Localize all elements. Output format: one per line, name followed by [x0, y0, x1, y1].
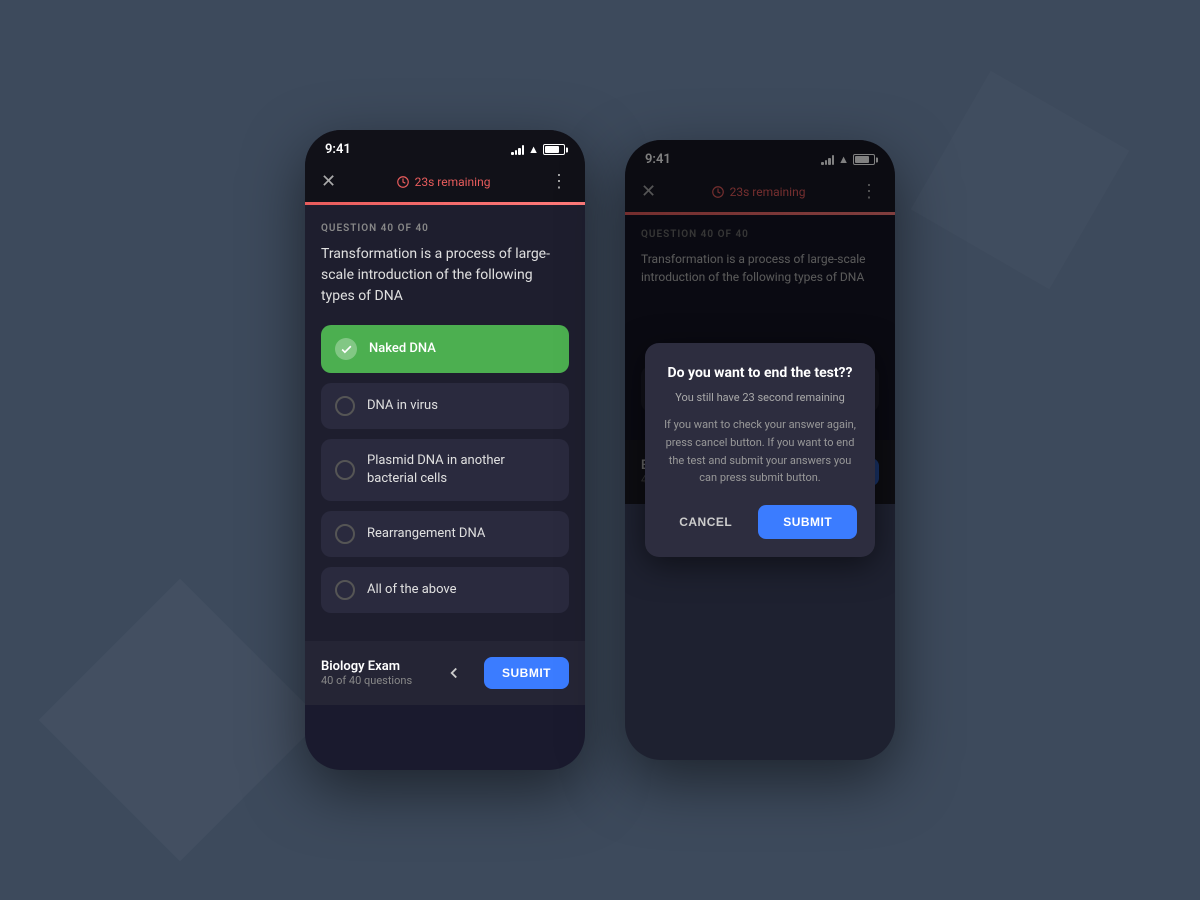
status-bar-1: 9:41 ▲ [305, 130, 585, 163]
cancel-button[interactable]: CANCEL [663, 505, 748, 539]
radio-all-above [335, 580, 355, 600]
questions-count-1: 40 of 40 questions [321, 674, 412, 687]
status-time-1: 9:41 [325, 142, 351, 157]
option-text-plasmid-dna: Plasmid DNA in another bacterial cells [367, 452, 555, 488]
option-dna-virus[interactable]: DNA in virus [321, 383, 569, 429]
footer-1: Biology Exam 40 of 40 questions SUBMIT [305, 641, 585, 705]
option-text-dna-virus: DNA in virus [367, 397, 438, 415]
footer-info-1: Biology Exam 40 of 40 questions [321, 659, 412, 687]
close-button-1[interactable]: ✕ [321, 171, 336, 192]
dialog-actions: CANCEL SUBMIT [663, 505, 857, 539]
question-label-1: QUESTION 40 OF 40 [321, 223, 569, 234]
nav-bar-1: ✕ 23s remaining ⋮ [305, 163, 585, 202]
dialog-body: If you want to check your answer again, … [663, 416, 857, 486]
dialog-submit-button[interactable]: SUBMIT [758, 505, 857, 539]
dialog-title: Do you want to end the test?? [663, 365, 857, 381]
radio-dna-virus [335, 396, 355, 416]
check-icon-1 [335, 338, 357, 360]
back-button-1[interactable] [436, 655, 472, 691]
phone-2: 9:41 ▲ ✕ 23s remaining ⋮ QUESTION 40 OF … [625, 140, 895, 760]
status-icons-1: ▲ [511, 143, 565, 156]
phone-1: 9:41 ▲ ✕ 23s remaining ⋮ QUESTION 40 OF … [305, 130, 585, 770]
footer-nav-1: SUBMIT [436, 655, 569, 691]
option-rearrangement-dna[interactable]: Rearrangement DNA [321, 511, 569, 557]
question-text-1: Transformation is a process of large-sca… [321, 244, 569, 307]
timer-display-1: 23s remaining [396, 175, 491, 189]
dialog-box: Do you want to end the test?? You still … [645, 343, 875, 556]
checkmark-icon [340, 343, 353, 356]
option-naked-dna[interactable]: Naked DNA [321, 325, 569, 373]
question-content-1: QUESTION 40 OF 40 Transformation is a pr… [305, 205, 585, 641]
option-text-all-above: All of the above [367, 581, 457, 599]
radio-plasmid-dna [335, 460, 355, 480]
option-text-rearrangement-dna: Rearrangement DNA [367, 525, 485, 543]
option-all-above[interactable]: All of the above [321, 567, 569, 613]
timer-label-1: 23s remaining [415, 175, 491, 189]
more-button-1[interactable]: ⋮ [550, 171, 569, 192]
dialog-overlay: Do you want to end the test?? You still … [625, 140, 895, 760]
back-arrow-icon [445, 664, 463, 682]
exam-name-1: Biology Exam [321, 659, 412, 674]
clock-icon [396, 175, 410, 189]
battery-icon [543, 144, 565, 155]
option-text-naked-dna: Naked DNA [369, 340, 436, 358]
radio-rearrangement-dna [335, 524, 355, 544]
signal-icon [511, 145, 524, 155]
option-plasmid-dna[interactable]: Plasmid DNA in another bacterial cells [321, 439, 569, 501]
dialog-subtitle: You still have 23 second remaining [663, 391, 857, 404]
wifi-icon: ▲ [528, 143, 539, 156]
submit-button-1[interactable]: SUBMIT [484, 657, 569, 689]
